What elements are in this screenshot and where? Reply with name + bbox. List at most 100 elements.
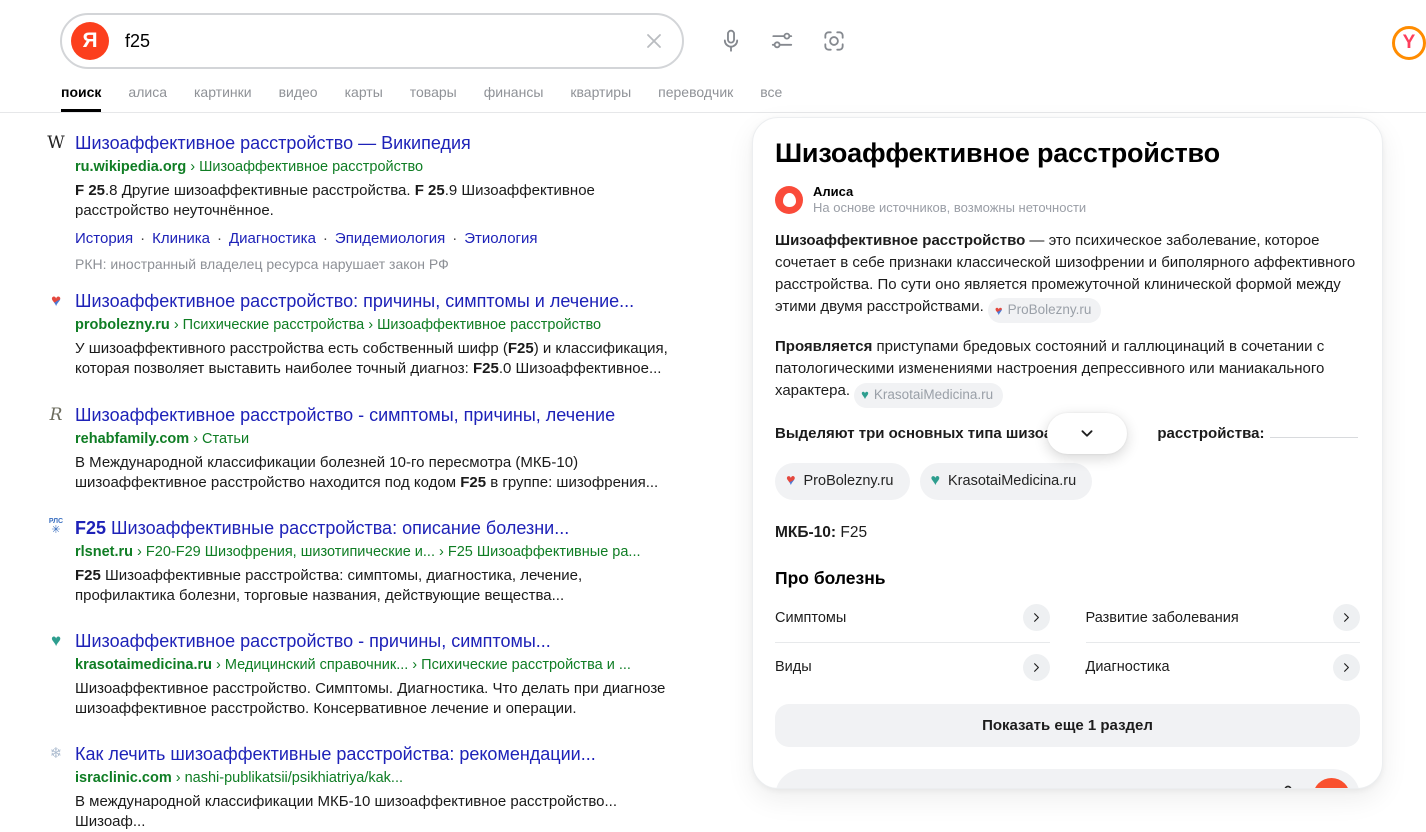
filters-icon [769,28,795,54]
result-snippet: У шизоаффективного расстройства есть соб… [75,339,675,380]
search-result: W Шизоаффективное расстройство — Википед… [44,132,704,272]
microphone-icon [718,28,744,54]
result-title-link[interactable]: Как лечить шизоаффективные расстройства:… [75,744,596,764]
heart-icon: ♥ [995,301,1003,320]
expand-answer-button[interactable] [1047,413,1127,454]
result-snippet: В Международной классификации болезней 1… [75,453,675,494]
result-snippet: F25 Шизоаффективные расстройства: симпто… [75,566,675,607]
heart-icon: ♥ [931,472,941,490]
rlsnet-favicon-icon: РЛС ✳ [44,518,68,536]
search-input[interactable] [125,31,634,52]
result-title-link[interactable]: Шизоаффективное расстройство - симптомы,… [75,405,615,425]
alice-icon [783,193,796,207]
result-breadcrumb[interactable]: krasotaimedicina.ru › Медицинский справо… [75,657,704,673]
sources-row: ♥ ProBolezny.ru ♥ KrasotaiMedicina.ru [775,463,1360,500]
collapsed-paragraph: Выделяют три основных типа шизоаф расстр… [775,425,1360,442]
sitelink[interactable]: Эпидемиология [335,230,445,247]
probolezny-favicon-icon: ♥ [44,291,68,311]
topic-link-progression[interactable]: Развитие заболевания [1086,594,1361,643]
alice-name: Алиса [813,184,1086,200]
followup-question-bar[interactable] [775,769,1360,789]
source-chip[interactable]: ♥KrasotaiMedicina.ru [854,383,1003,408]
search-result: ♥ Шизоаффективное расстройство: причины,… [44,290,704,379]
result-breadcrumb[interactable]: rehabfamily.com › Статьи [75,431,704,447]
heart-icon: ♥ [861,385,869,404]
result-title-link[interactable]: F25 Шизоаффективные расстройства: описан… [75,518,569,538]
asterisk-icon: ✳ [51,525,60,536]
topic-link-diagnostics[interactable]: Диагностика [1086,643,1361,692]
tab-finance[interactable]: финансы [484,84,544,112]
sitelink[interactable]: Этиология [464,230,537,247]
fade-divider [1270,437,1358,438]
source-chip[interactable]: ♥ProBolezny.ru [988,298,1102,323]
chevron-right-icon[interactable] [1333,604,1360,631]
service-tabs: поиск алиса картинки видео карты товары … [61,84,782,112]
result-title-link[interactable]: Шизоаффективное расстройство — Википедия [75,133,471,153]
search-result: ❄ Как лечить шизоаффективные расстройств… [44,743,704,832]
chevron-right-icon[interactable] [1333,654,1360,681]
camera-icon [821,28,847,54]
search-result: R Шизоаффективное расстройство - симптом… [44,404,704,493]
chevron-right-icon[interactable] [1023,604,1050,631]
section-title: Про болезнь [775,568,1360,589]
result-sitelinks: История·Клиника·Диагностика·Эпидемиологи… [75,230,704,247]
topic-link-types[interactable]: Виды [775,643,1050,692]
header-divider [0,112,1426,113]
browser-y-logo[interactable]: Y [1392,26,1426,60]
voice-input-button[interactable] [1271,779,1305,789]
sitelink[interactable]: История [75,230,133,247]
sitelink[interactable]: Диагностика [229,230,316,247]
result-breadcrumb[interactable]: rlsnet.ru › F20-F29 Шизофрения, шизотипи… [75,544,704,560]
icd-code-line: МКБ-10: F25 [775,524,1360,542]
tab-flats[interactable]: квартиры [570,84,631,112]
image-search-button[interactable] [821,28,847,54]
result-snippet: F 25.8 Другие шизоаффективные расстройст… [75,181,675,222]
tab-search[interactable]: поиск [61,84,101,112]
source-chip-probolezny[interactable]: ♥ ProBolezny.ru [775,463,910,500]
search-result: ♥ Шизоаффективное расстройство - причины… [44,630,704,719]
alice-header: Алиса На основе источников, возможны нет… [775,184,1360,217]
clear-search-button[interactable] [634,21,674,61]
chevron-right-icon[interactable] [1023,654,1050,681]
search-bar[interactable]: Я [60,13,684,69]
alice-avatar [775,186,803,214]
topic-link-symptoms[interactable]: Симптомы [775,594,1050,643]
israclinic-favicon-icon: ❄ [44,744,68,764]
answer-paragraph: Проявляется приступами бредовых состояни… [775,336,1360,408]
tab-images[interactable]: картинки [194,84,252,112]
chevron-down-icon [1076,422,1098,444]
topic-links-grid: Симптомы Виды Развитие заболевания Ди [775,594,1360,692]
rkn-notice: РКН: иностранный владелец ресурса наруша… [75,256,704,272]
tab-goods[interactable]: товары [410,84,457,112]
answer-title: Шизоаффективное расстройство [775,138,1360,169]
close-icon [642,29,666,53]
tab-translate[interactable]: переводчик [658,84,733,112]
krasotaimedicina-favicon-icon: ♥ [44,631,68,651]
search-result: РЛС ✳ F25 Шизоаффективные расстройства: … [44,517,704,606]
microphone-icon [1276,784,1300,789]
tab-video[interactable]: видео [279,84,318,112]
rehabfamily-favicon-icon: R [44,405,68,425]
tab-maps[interactable]: карты [345,84,383,112]
sitelink[interactable]: Клиника [152,230,210,247]
result-breadcrumb[interactable]: probolezny.ru › Психические расстройства… [75,317,704,333]
wikipedia-favicon-icon: W [44,133,68,153]
result-snippet: В международной классификации МКБ-10 шиз… [75,792,675,832]
tab-alice[interactable]: алиса [128,84,167,112]
result-title-link[interactable]: Шизоаффективное расстройство - причины, … [75,631,551,651]
result-breadcrumb[interactable]: ru.wikipedia.org › Шизоаффективное расст… [75,159,704,175]
result-title-link[interactable]: Шизоаффективное расстройство: причины, с… [75,291,634,311]
show-more-button[interactable]: Показать еще 1 раздел [775,704,1360,747]
result-snippet: Шизоаффективное расстройство. Симптомы. … [75,679,675,720]
source-chip-krasotaimedicina[interactable]: ♥ KrasotaiMedicina.ru [920,463,1093,500]
alice-subtitle: На основе источников, возможны неточност… [813,200,1086,216]
search-settings-button[interactable] [769,28,795,54]
voice-search-button[interactable] [718,28,744,54]
ai-answer-card: Шизоаффективное расстройство Алиса На ос… [752,117,1383,789]
answer-paragraph: Шизоаффективное расстройство — это психи… [775,230,1360,324]
tab-all[interactable]: все [760,84,782,112]
heart-icon: ♥ [786,472,796,490]
send-question-button[interactable] [1313,778,1350,789]
result-breadcrumb[interactable]: israclinic.com › nashi-publikatsii/psikh… [75,770,704,786]
yandex-logo[interactable]: Я [71,22,109,60]
